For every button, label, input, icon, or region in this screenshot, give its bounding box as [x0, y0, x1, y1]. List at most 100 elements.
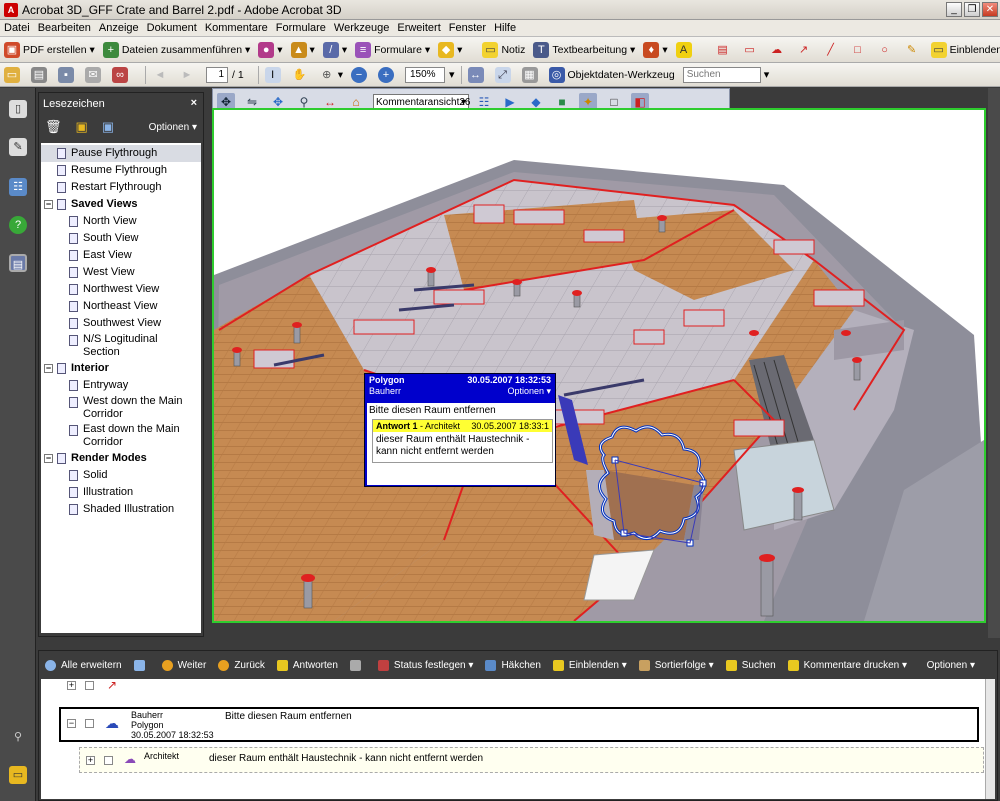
bookmark-toggle[interactable]: − — [44, 200, 53, 209]
bookmark-item[interactable]: Illustration — [41, 484, 201, 501]
bookmarks-icon[interactable]: ▤ — [9, 254, 27, 272]
set-status-button[interactable]: Status festlegen ▾ — [377, 659, 473, 671]
bookmark-item[interactable]: Northwest View — [41, 281, 201, 298]
pencil-button[interactable]: ✎ — [904, 42, 923, 58]
close-button[interactable]: ✕ — [982, 2, 998, 17]
secure-button[interactable]: ▲ ▾ — [290, 41, 315, 58]
menu-datei[interactable]: Datei — [4, 22, 30, 34]
menu-hilfe[interactable]: Hilfe — [494, 22, 516, 34]
bookmark-item[interactable]: Resume Flythrough — [41, 162, 201, 179]
page-number-input[interactable]: 1 — [206, 66, 228, 83]
collapse-all-button[interactable] — [133, 659, 150, 671]
email-button[interactable]: ✉ — [85, 66, 104, 83]
menu-werkzeuge[interactable]: Werkzeuge — [334, 22, 389, 34]
bookmark-group[interactable]: − Render Modes — [41, 450, 201, 467]
bookmark-item[interactable]: South View — [41, 230, 201, 247]
reply-button[interactable]: Antworten — [276, 659, 338, 671]
forms-button[interactable]: ≡ Formulare ▾ — [355, 41, 430, 58]
textbox-button[interactable]: ▭ — [742, 42, 761, 58]
expand-toggle[interactable]: + — [86, 756, 95, 765]
text-edit-button[interactable]: T Textbearbeitung ▾ — [533, 41, 635, 58]
bookmarks-close-button[interactable]: × — [191, 97, 197, 109]
menu-kommentare[interactable]: Kommentare — [205, 22, 268, 34]
select-tool-button[interactable]: I — [264, 66, 284, 83]
expand-toggle[interactable]: + — [67, 681, 76, 690]
note-reply[interactable]: Antwort 1 - Architekt 30.05.2007 18:33:1… — [372, 419, 553, 463]
previous-page-button[interactable]: ◄ — [152, 67, 171, 83]
pdf-create-button[interactable]: ▣ PDF erstellen ▾ — [4, 41, 95, 58]
minimize-button[interactable]: _ — [946, 2, 962, 17]
zoom-tool-button[interactable]: ⊕ ▾ — [319, 67, 343, 83]
maximize-button[interactable]: ❐ — [964, 2, 980, 17]
collapse-toggle[interactable]: − — [67, 719, 76, 728]
row-checkbox[interactable] — [85, 681, 94, 690]
bookmark-group[interactable]: − Interior — [41, 360, 201, 377]
viewer-scrollbar[interactable] — [988, 88, 1000, 638]
bookmark-item[interactable]: Entryway — [41, 377, 201, 394]
print-button[interactable]: ▤ — [31, 66, 50, 83]
review-button[interactable]: ◆ ▾ — [438, 41, 462, 58]
highlight-button[interactable]: A — [675, 41, 695, 58]
delete-comment-button[interactable] — [349, 659, 366, 671]
cloud-button[interactable]: ☁ — [769, 42, 788, 58]
next-page-button[interactable]: ► — [179, 67, 198, 83]
bookmark-item[interactable]: North View — [41, 213, 201, 230]
find-button[interactable]: ∞ — [112, 66, 131, 83]
bookmark-item[interactable]: Southwest View — [41, 315, 201, 332]
comments-options-button[interactable]: Optionen ▾ — [927, 660, 975, 671]
row-checkbox[interactable] — [85, 719, 94, 728]
object-data-tool-button[interactable]: ◎ Objektdaten-Werkzeug — [548, 66, 675, 83]
collaborate-button[interactable]: ● ▾ — [258, 41, 283, 58]
open-button[interactable]: ▭ — [4, 66, 23, 83]
bookmarks-options-button[interactable]: Optionen ▾ — [149, 122, 197, 133]
fit-page-button[interactable]: ⤢ — [494, 66, 514, 83]
checkmark-button[interactable]: Häkchen — [485, 659, 541, 671]
attachment-icon[interactable]: ⚲ — [9, 728, 27, 746]
bookmark-item[interactable]: East View — [41, 247, 201, 264]
page-layout-button[interactable]: ▦ — [521, 66, 541, 83]
fit-width-button[interactable]: ↔ — [467, 66, 487, 83]
oval-button[interactable]: ○ — [877, 42, 896, 58]
sort-button[interactable]: Sortierfolge ▾ — [638, 659, 714, 671]
expand-bookmark-icon[interactable]: ▣ — [102, 119, 114, 135]
comments-scrollbar[interactable] — [985, 679, 995, 799]
3d-canvas[interactable] — [212, 108, 986, 623]
bookmark-item[interactable]: Northeast View — [41, 298, 201, 315]
bookmark-item[interactable]: Solid — [41, 467, 201, 484]
delete-bookmark-icon[interactable]: 🗑 — [45, 119, 62, 135]
hand-tool-button[interactable]: ✋ — [292, 67, 311, 83]
search-input[interactable]: Suchen — [682, 66, 761, 83]
sign-button[interactable]: / ▾ — [322, 41, 347, 58]
bookmark-item[interactable]: Shaded Illustration — [41, 501, 201, 518]
menu-dokument[interactable]: Dokument — [147, 22, 197, 34]
menu-erweitert[interactable]: Erweitert — [397, 22, 440, 34]
search-comments-button[interactable]: Suchen — [725, 659, 776, 671]
bookmark-item[interactable]: West View — [41, 264, 201, 281]
expand-all-button[interactable]: Alle erweitern — [45, 659, 122, 671]
signatures-icon[interactable]: ✎ — [9, 138, 27, 156]
note-options-button[interactable]: Optionen ▾ — [507, 386, 551, 397]
save-button[interactable]: ▪ — [58, 66, 77, 83]
bookmark-item[interactable]: N/S Logitudinal Section — [41, 332, 201, 360]
comments-icon[interactable]: ▭ — [9, 766, 27, 784]
menu-anzeige[interactable]: Anzeige — [99, 22, 139, 34]
zoom-level-input[interactable]: 150% — [404, 66, 445, 83]
pages-icon[interactable]: ▯ — [9, 100, 27, 118]
menu-fenster[interactable]: Fenster — [449, 22, 486, 34]
zoom-in-button[interactable]: + — [377, 66, 397, 83]
bookmark-item[interactable]: Pause Flythrough — [41, 145, 201, 162]
bookmark-toggle[interactable]: − — [44, 454, 53, 463]
menu-bearbeiten[interactable]: Bearbeiten — [38, 22, 91, 34]
bookmark-item[interactable]: Restart Flythrough — [41, 179, 201, 196]
rectangle-button[interactable]: □ — [850, 42, 869, 58]
menu-formulare[interactable]: Formulare — [276, 22, 326, 34]
previous-comment-button[interactable]: Zurück — [218, 659, 265, 671]
comment-popup[interactable]: Polygon 30.05.2007 18:32:53 Bauherr Opti… — [364, 373, 556, 487]
print-comments-button[interactable]: Kommentare drucken ▾ — [787, 659, 907, 671]
model-tree-icon[interactable]: ☷ — [9, 178, 27, 196]
next-comment-button[interactable]: Weiter — [161, 659, 206, 671]
bookmark-item[interactable]: East down the Main Corridor — [41, 422, 201, 450]
note-button[interactable]: ▭ Notiz — [482, 41, 525, 58]
bookmark-item[interactable]: West down the Main Corridor — [41, 394, 201, 422]
show-button[interactable]: ▭Einblenden ▾ — [930, 41, 1000, 58]
